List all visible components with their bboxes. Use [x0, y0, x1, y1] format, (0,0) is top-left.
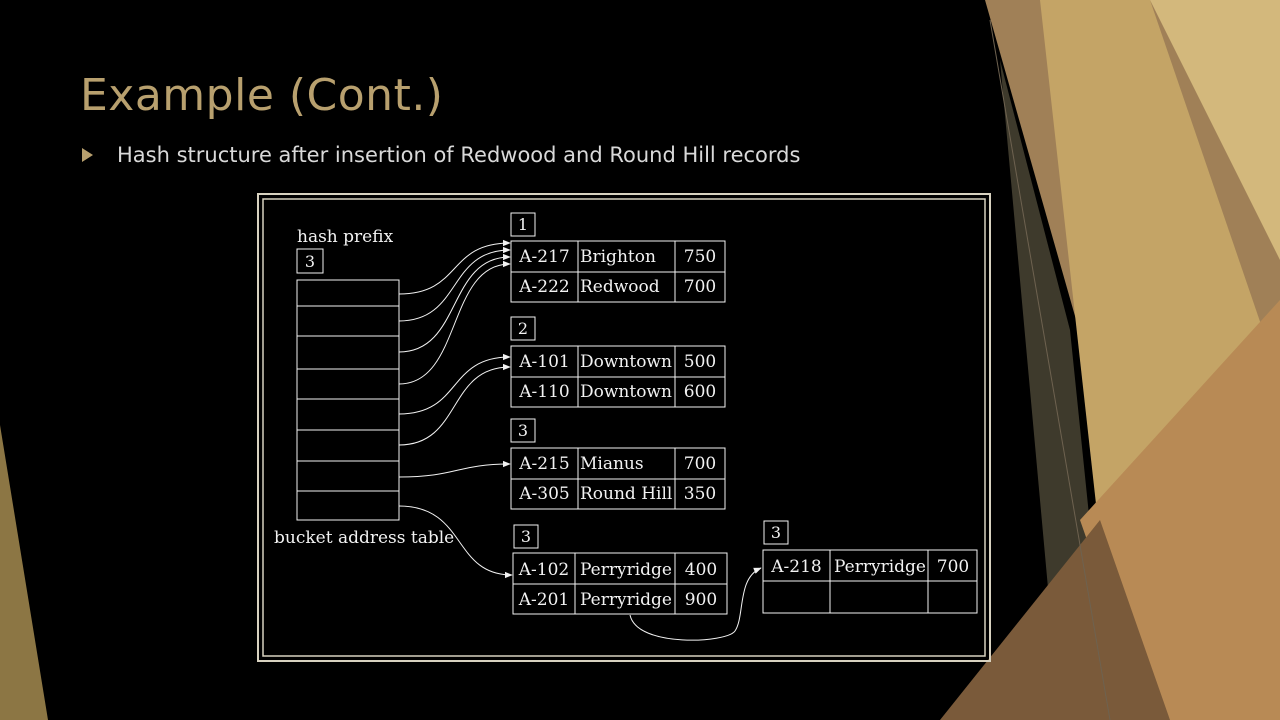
record-cell: A-217	[518, 247, 569, 267]
local-depth-value: 3	[518, 421, 528, 440]
record-cell: Round Hill	[580, 484, 672, 504]
record-cell: Perryridge	[834, 557, 926, 577]
hash-structure-diagram: hash prefix 3 bucket address table 1 A-2…	[257, 193, 991, 662]
record-cell: 900	[685, 590, 717, 610]
bucket-4: 3 A-102 Perryridge 400 A-201 Perryridge …	[512, 524, 728, 615]
record-cell: 700	[937, 557, 969, 577]
bullet-arrow-icon	[82, 148, 93, 162]
record-cell: 500	[684, 352, 716, 372]
record-cell: A-101	[518, 352, 569, 372]
record-cell: 700	[684, 277, 716, 297]
record-cell: Brighton	[580, 247, 656, 267]
hash-prefix-label: hash prefix	[297, 227, 394, 247]
record-cell: A-102	[518, 560, 569, 580]
local-depth-value: 1	[518, 215, 528, 234]
local-depth-value: 3	[771, 523, 781, 542]
record-cell: A-222	[518, 277, 569, 297]
bullet-item: Hash structure after insertion of Redwoo…	[82, 143, 800, 167]
local-depth-value: 3	[521, 527, 531, 546]
record-cell: 350	[684, 484, 716, 504]
record-cell: A-305	[518, 484, 569, 504]
record-cell: Perryridge	[580, 590, 672, 610]
bucket-2: 2 A-101 Downtown 500 A-110 Downtown 600	[510, 316, 726, 408]
bucket-address-table	[296, 279, 400, 521]
record-cell: A-215	[518, 454, 569, 474]
record-cell: A-110	[518, 382, 569, 402]
bucket-5-overflow: 3 A-218 Perryridge 700	[762, 520, 978, 614]
bucket-address-table-label: bucket address table	[274, 528, 454, 548]
bucket-1: 1 A-217 Brighton 750 A-222 Redwood 700	[510, 212, 726, 303]
local-depth-value: 2	[518, 319, 528, 338]
record-cell: Downtown	[580, 352, 672, 372]
extendable-hash-figure: hash prefix 3 bucket address table 1 A-2…	[257, 193, 991, 662]
record-cell: Redwood	[580, 277, 660, 297]
bucket-3: 3 A-215 Mianus 700 A-305 Round Hill 350	[510, 418, 726, 510]
record-cell: 750	[684, 247, 716, 267]
figure-frame	[262, 198, 986, 657]
record-cell: Perryridge	[580, 560, 672, 580]
bullet-text: Hash structure after insertion of Redwoo…	[117, 143, 801, 167]
record-cell: Mianus	[580, 454, 644, 474]
slide: Example (Cont.) Hash structure after ins…	[0, 0, 1280, 720]
record-cell: 700	[684, 454, 716, 474]
bucket-pointers	[398, 239, 762, 641]
slide-title: Example (Cont.)	[80, 70, 444, 121]
record-cell: A-218	[770, 557, 821, 577]
record-cell: 600	[684, 382, 716, 402]
record-cell: A-201	[518, 590, 569, 610]
global-depth-value: 3	[305, 252, 315, 271]
record-cell: Downtown	[580, 382, 672, 402]
record-cell: 400	[685, 560, 717, 580]
